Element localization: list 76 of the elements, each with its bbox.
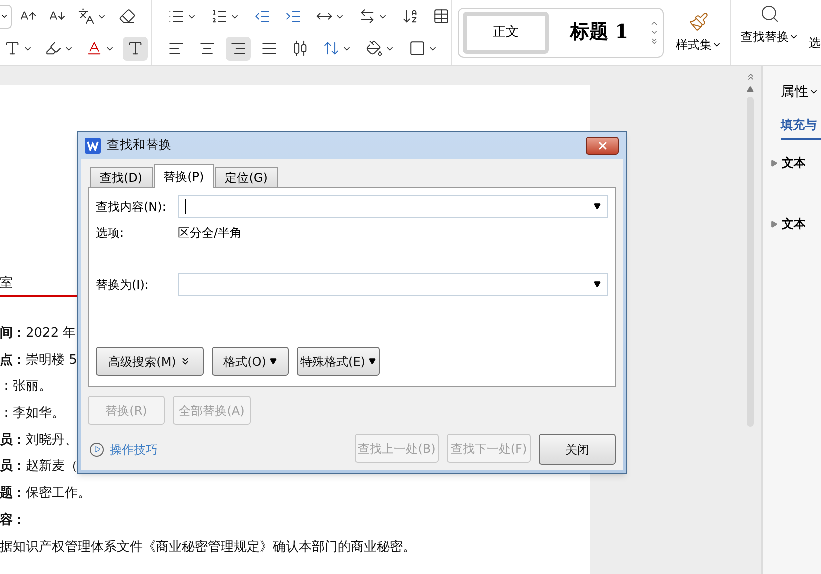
select-tool-label[interactable]: 选 bbox=[809, 34, 821, 52]
find-replace-button[interactable]: 查找替换 bbox=[741, 0, 799, 65]
sort-icon bbox=[402, 8, 419, 25]
distribute-icon bbox=[292, 40, 309, 57]
document-line: 题：保密工作。 bbox=[0, 485, 91, 504]
increase-indent-icon bbox=[285, 8, 302, 25]
table-icon bbox=[433, 8, 450, 25]
dropdown-arrow-icon[interactable] bbox=[594, 281, 601, 288]
font-color-icon bbox=[86, 40, 103, 57]
dropdown-arrow-icon[interactable] bbox=[594, 203, 601, 210]
document-line: 员：赵新麦（ bbox=[0, 458, 78, 476]
phonetic-guide-icon bbox=[78, 8, 95, 25]
dialog-tab[interactable]: 定位(G) bbox=[215, 167, 278, 187]
document-line: 容： bbox=[0, 512, 26, 530]
search-icon bbox=[760, 4, 780, 24]
expand-icon bbox=[180, 356, 192, 367]
style-set-button[interactable]: 样式集 bbox=[676, 12, 722, 54]
dialog-menu-button[interactable]: 高级搜索(M) bbox=[96, 347, 204, 376]
gallery-scroll-icon[interactable] bbox=[650, 19, 659, 46]
panel-section[interactable]: 文本 bbox=[771, 154, 821, 172]
play-icon bbox=[94, 446, 100, 453]
character-shading-icon bbox=[127, 40, 144, 57]
combo-field[interactable] bbox=[178, 273, 608, 296]
justify-icon bbox=[261, 40, 278, 57]
dropdown-arrow-icon bbox=[270, 358, 278, 365]
combo-field[interactable] bbox=[178, 195, 608, 218]
panel-tab[interactable]: 填充与 bbox=[781, 116, 821, 140]
dialog-tab[interactable]: 查找(D) bbox=[90, 167, 153, 187]
align-left-icon bbox=[168, 40, 185, 57]
style-option[interactable]: 正文 bbox=[463, 12, 550, 54]
document-line: 点：崇明楼 5 bbox=[0, 352, 78, 370]
field-label: 替换为(I): bbox=[96, 276, 150, 294]
expand-arrow-icon bbox=[771, 220, 778, 228]
numbered-list-icon bbox=[211, 8, 228, 25]
panel-section[interactable]: 文本 bbox=[771, 215, 821, 234]
document-line: ：张丽。 bbox=[0, 378, 52, 396]
text-cursor-icon bbox=[185, 199, 186, 214]
panel-title[interactable]: 属性 bbox=[781, 82, 821, 102]
scroll-top-icon[interactable] bbox=[746, 72, 756, 82]
line-spacing-icon bbox=[323, 40, 340, 57]
options-value: 区分全/半角 bbox=[178, 225, 242, 242]
text-direction-icon bbox=[359, 8, 376, 25]
align-center-icon bbox=[199, 40, 216, 57]
document-line: 员：刘晓丹、 bbox=[0, 432, 78, 450]
border-icon bbox=[409, 40, 426, 57]
document-line: 间：2022 年 bbox=[0, 325, 76, 343]
tips-link[interactable]: 操作技巧 bbox=[90, 440, 158, 458]
dialog-button[interactable]: 关闭 bbox=[539, 434, 616, 465]
app-logo-icon bbox=[85, 138, 101, 154]
text-effect-icon bbox=[4, 40, 21, 57]
paintbrush-icon bbox=[689, 12, 709, 32]
dialog-menu-button[interactable]: 格式(O) bbox=[212, 347, 289, 376]
options-label: 选项: bbox=[96, 225, 126, 242]
dialog-title: 查找和替换 bbox=[107, 136, 172, 154]
expand-gallery-icon[interactable] bbox=[650, 37, 659, 46]
scroll-down-icon[interactable] bbox=[650, 28, 659, 37]
shading-icon bbox=[366, 40, 383, 57]
scroll-up-icon[interactable] bbox=[650, 19, 659, 28]
decrease-indent-icon bbox=[254, 8, 271, 25]
close-button[interactable] bbox=[586, 136, 619, 154]
eraser-icon bbox=[119, 8, 136, 25]
dropdown-arrow-icon bbox=[369, 358, 376, 365]
highlighter-icon bbox=[45, 40, 62, 57]
style-option[interactable]: 标题 1 bbox=[553, 12, 646, 54]
expand-arrow-icon bbox=[771, 160, 778, 167]
character-shading-button[interactable] bbox=[123, 36, 148, 60]
align-right-icon bbox=[230, 40, 247, 57]
document-line: 据知识产权管理体系文件《商业秘密管理规定》确认本部门的商业秘密。 bbox=[0, 538, 416, 556]
caret-icon bbox=[0, 12, 9, 21]
close-icon bbox=[596, 140, 608, 152]
dialog-menu-button[interactable]: 特殊格式(E) bbox=[297, 347, 380, 376]
scroll-up-icon[interactable] bbox=[747, 86, 754, 93]
dialog-tab[interactable]: 替换(P) bbox=[154, 164, 214, 188]
align-right-button[interactable] bbox=[226, 36, 251, 60]
field-label: 查找内容(N): bbox=[96, 198, 168, 216]
document-line: ：李如华。 bbox=[0, 405, 65, 424]
